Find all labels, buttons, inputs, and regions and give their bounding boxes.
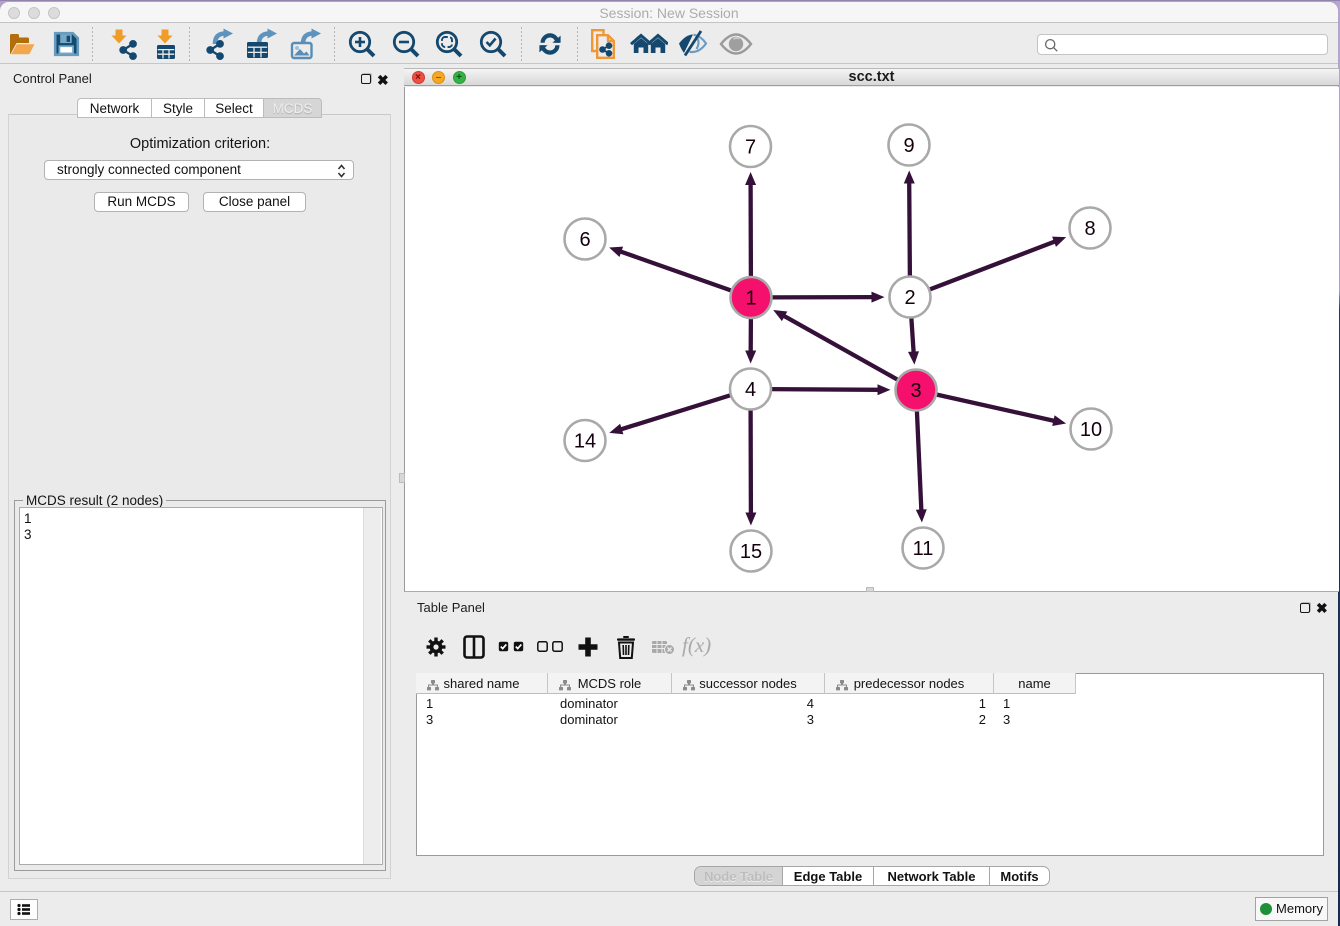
svg-text:4: 4 [745, 379, 756, 401]
svg-text:3: 3 [910, 380, 921, 402]
svg-text:10: 10 [1080, 419, 1102, 441]
svg-text:6: 6 [579, 229, 590, 251]
svg-text:9: 9 [903, 135, 914, 157]
svg-text:8: 8 [1084, 218, 1095, 240]
svg-text:1: 1 [745, 288, 756, 310]
svg-text:2: 2 [904, 287, 915, 309]
svg-text:7: 7 [745, 137, 756, 159]
svg-text:f(x): f(x) [682, 634, 711, 657]
svg-text:15: 15 [740, 541, 762, 563]
svg-text:14: 14 [574, 431, 596, 453]
svg-text:11: 11 [913, 538, 934, 560]
